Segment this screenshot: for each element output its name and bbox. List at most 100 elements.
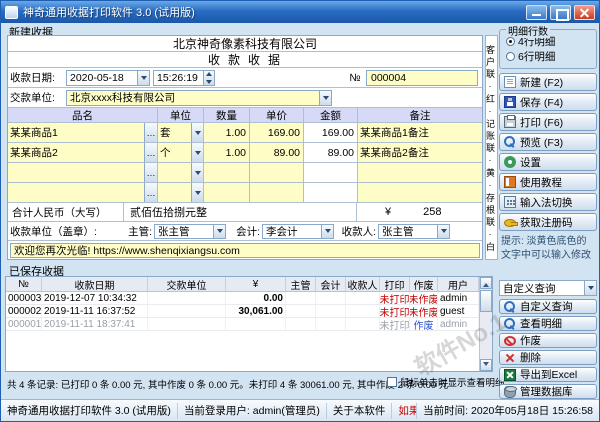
chevron-down-icon[interactable] xyxy=(584,281,596,295)
qty-input[interactable] xyxy=(204,163,250,182)
total-in-words: 贰佰伍拾捌元整 xyxy=(124,204,356,220)
time-picker[interactable]: 15:26:19 xyxy=(153,70,215,86)
item-picker-button[interactable]: … xyxy=(144,123,157,142)
price-input[interactable]: 169.00 xyxy=(250,123,304,142)
button-label: 获取注册码 xyxy=(520,215,573,230)
new-receipt-button[interactable]: 新建 (F2) xyxy=(499,73,597,91)
titlebar: 神奇通用收据打印软件 3.0 (试用版) xyxy=(1,1,599,23)
manage-database-button[interactable]: 管理数据库 xyxy=(499,384,597,399)
cell-manager xyxy=(286,318,316,330)
ime-switch-button[interactable]: 输入法切换 xyxy=(499,193,597,211)
save-receipt-button[interactable]: 保存 (F4) xyxy=(499,93,597,111)
unit-cell xyxy=(158,183,204,202)
col-no: № xyxy=(6,277,42,291)
button-label: 使用教程 xyxy=(520,175,562,190)
cell-date: 2019-12-07 10:34:32 xyxy=(42,292,148,304)
chevron-down-icon[interactable] xyxy=(137,71,149,85)
date-picker[interactable]: 2020-05-18 xyxy=(66,70,150,86)
company-name: 北京神奇像素科技有限公司 xyxy=(173,35,317,52)
total-amount-cell: ¥ 258 xyxy=(356,203,482,221)
item-picker-button[interactable]: … xyxy=(144,163,157,182)
chevron-down-icon[interactable] xyxy=(191,163,203,182)
unit-select[interactable] xyxy=(158,183,191,202)
item-row: … xyxy=(8,183,482,203)
key-icon xyxy=(504,219,516,227)
time-spinner[interactable] xyxy=(203,71,214,85)
print-preview-button[interactable]: 预览 (F3) xyxy=(499,133,597,151)
button-label: 保存 (F4) xyxy=(520,95,563,110)
item-name-input[interactable]: 某某商品2 xyxy=(8,143,144,162)
query-combobox[interactable]: 自定义查询 xyxy=(499,280,597,296)
delete-button[interactable]: 删除 xyxy=(499,350,597,365)
saved-receipt-row[interactable]: 000003 2019-12-07 10:34:32 0.00 未打印 未作废 … xyxy=(6,292,479,305)
scroll-down-button[interactable] xyxy=(480,359,492,371)
saved-receipt-row[interactable]: 000002 2019-11-11 16:37:52 30,061.00 未打印… xyxy=(6,305,479,318)
col-user: 用户 xyxy=(438,277,479,291)
export-excel-button[interactable]: 导出到Excel xyxy=(499,367,597,382)
show-detail-checkbox-row[interactable]: 鼠标单击时显示查看明细 xyxy=(387,375,505,389)
payer-combobox[interactable]: 北京xxxx科技有限公司 xyxy=(66,90,332,106)
checkbox-icon[interactable] xyxy=(387,377,397,387)
print-receipt-button[interactable]: 打印 (F6) xyxy=(499,113,597,131)
item-picker-button[interactable]: … xyxy=(144,183,157,202)
scroll-up-button[interactable] xyxy=(480,277,492,289)
void-button[interactable]: 作废 xyxy=(499,333,597,348)
saved-table-scrollbar[interactable] xyxy=(479,277,492,371)
qty-input[interactable]: 1.00 xyxy=(204,123,250,142)
unit-select[interactable]: 个 xyxy=(158,143,191,162)
chevron-down-icon[interactable] xyxy=(321,225,333,238)
item-name-input[interactable] xyxy=(8,183,144,202)
cell-user: admin xyxy=(438,292,479,304)
col-date: 收款日期 xyxy=(42,277,148,291)
item-name-input[interactable] xyxy=(8,163,144,182)
chevron-down-icon[interactable] xyxy=(437,225,449,238)
accountant-combobox[interactable]: 李会计 xyxy=(262,224,334,239)
scroll-thumb[interactable] xyxy=(480,290,492,312)
get-regcode-button[interactable]: 获取注册码 xyxy=(499,213,597,231)
footer-input[interactable]: 欢迎您再次光临! https://www.shenqixiangsu.com xyxy=(10,243,480,258)
status-current-user: 当前登录用户: admin(管理员) xyxy=(178,403,327,419)
price-input[interactable]: 89.00 xyxy=(250,143,304,162)
receipt-no-input[interactable]: 000004 xyxy=(366,70,478,86)
cell-no: 000003 xyxy=(6,292,42,304)
cell-manager xyxy=(286,292,316,304)
price-input[interactable] xyxy=(250,163,304,182)
maximize-button[interactable] xyxy=(550,5,571,20)
chevron-down-icon[interactable] xyxy=(319,91,331,105)
button-label: 输入法切换 xyxy=(520,195,573,210)
status-current-time: 当前时间: 2020年05月18日 15:26:58 xyxy=(417,403,599,419)
item-picker-button[interactable]: … xyxy=(144,143,157,162)
chevron-down-icon[interactable] xyxy=(213,225,225,238)
note-input[interactable] xyxy=(358,163,482,182)
note-input[interactable] xyxy=(358,183,482,202)
chevron-down-icon[interactable] xyxy=(191,123,203,142)
minimize-button[interactable] xyxy=(526,5,547,20)
manager-combobox[interactable]: 张主管 xyxy=(154,224,226,239)
note-input[interactable]: 某某商品1备注 xyxy=(358,123,482,142)
view-detail-button[interactable]: 查看明细 xyxy=(499,316,597,331)
chevron-down-icon[interactable] xyxy=(191,183,203,202)
settings-button[interactable]: 设置 xyxy=(499,153,597,171)
chevron-down-icon[interactable] xyxy=(191,143,203,162)
unit-select[interactable]: 套 xyxy=(158,123,191,142)
manager-label: 主管: xyxy=(120,224,152,239)
status-about-link[interactable]: 关于本软件 xyxy=(327,403,393,419)
close-button[interactable] xyxy=(574,5,595,20)
payer-label: 交款单位: xyxy=(10,90,66,105)
custom-query-button[interactable]: 自定义查询 xyxy=(499,299,597,314)
cell-payer xyxy=(148,305,226,317)
tutorial-button[interactable]: 使用教程 xyxy=(499,173,597,191)
saved-receipt-row[interactable]: 000001 2019-11-11 18:37:41 未打印 作废 admin xyxy=(6,318,479,331)
item-name-cell: … xyxy=(8,163,158,182)
radio-6-rows[interactable]: 6行明细 xyxy=(500,49,596,64)
payee-combobox[interactable]: 张主管 xyxy=(378,224,450,239)
item-row: 某某商品2… 个 1.00 89.00 89.00 某某商品2备注 xyxy=(8,143,482,163)
qty-input[interactable] xyxy=(204,183,250,202)
status-promo-link[interactable]: 如果您对本软件有定制修改需求,请点击此处联系我们 xyxy=(392,403,417,419)
cell-printed: 未打印 xyxy=(380,318,410,330)
note-input[interactable]: 某某商品2备注 xyxy=(358,143,482,162)
price-input[interactable] xyxy=(250,183,304,202)
qty-input[interactable]: 1.00 xyxy=(204,143,250,162)
item-name-input[interactable]: 某某商品1 xyxy=(8,123,144,142)
unit-select[interactable] xyxy=(158,163,191,182)
